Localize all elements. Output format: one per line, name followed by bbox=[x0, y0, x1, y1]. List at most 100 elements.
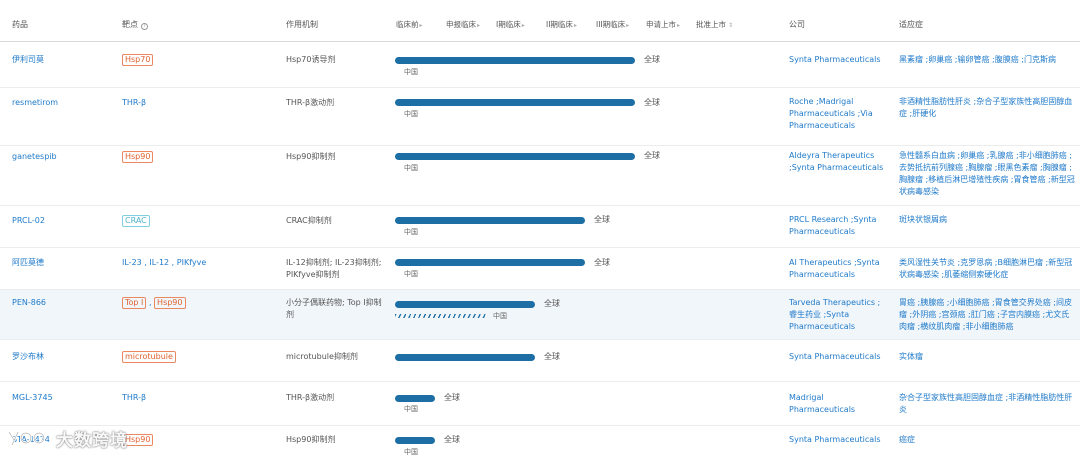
region-label: 全球 bbox=[444, 435, 460, 444]
drug-link[interactable]: PRCL-02 bbox=[12, 215, 45, 227]
target-cell: IL-23 , IL-12 , PIKfyve bbox=[122, 258, 207, 267]
company-link[interactable]: Aldeyra Therapeutics ;Synta Pharmaceutic… bbox=[789, 150, 885, 174]
mechanism-text: THR-β激动剂 bbox=[286, 393, 335, 402]
phase-header-label: 临床前 bbox=[396, 20, 419, 29]
region-label: 全球 bbox=[444, 393, 460, 402]
company-link[interactable]: PRCL Research ;Synta Pharmaceuticals bbox=[789, 214, 885, 238]
company-link[interactable]: Synta Pharmaceuticals bbox=[789, 54, 885, 66]
progress-bar-hatched bbox=[395, 314, 487, 318]
drug-link[interactable]: 罗沙布林 bbox=[12, 351, 44, 363]
target-cell: Hsp90 bbox=[122, 434, 154, 446]
drug-link[interactable]: PEN-866 bbox=[12, 297, 46, 309]
table-row: PEN-866 Top I , Hsp90 小分子偶联药物; Top I抑制剂 … bbox=[0, 290, 1080, 340]
indication-link[interactable]: 非酒精性脂肪性肝炎 ;杂合子型家族性高胆固醇血症 ;肝硬化 bbox=[899, 96, 1075, 120]
sub-region-label: 中国 bbox=[404, 228, 418, 236]
sub-region-label: 中国 bbox=[493, 312, 507, 320]
table-row: 伊利司莫 Hsp70 Hsp70诱导剂 全球 中国 Synta Pharmace… bbox=[0, 42, 1080, 88]
target-cell: Hsp90 bbox=[122, 151, 154, 163]
mechanism-text: Hsp70诱导剂 bbox=[286, 55, 336, 64]
target-tag[interactable]: Hsp70 bbox=[122, 54, 154, 66]
target-tag[interactable]: Hsp90 bbox=[122, 434, 154, 446]
column-header-company: 公司 bbox=[789, 20, 805, 29]
table-row: MGL-3745 THR-β THR-β激动剂 全球 中国 Madrigal P… bbox=[0, 382, 1080, 426]
indication-link[interactable]: 实体瘤 bbox=[899, 351, 1075, 363]
indication-link[interactable]: 急性髓系白血病 ;卵巢癌 ;乳腺癌 ;非小细胞肺癌 ;去势抵抗前列腺癌 ;胸腺瘤… bbox=[899, 150, 1075, 198]
drug-link[interactable]: MGL-3745 bbox=[12, 392, 53, 404]
drug-link[interactable]: resmetirom bbox=[12, 97, 58, 109]
phase-header-phase2: II期临床▸ bbox=[546, 19, 577, 30]
target-link[interactable]: THR-β bbox=[122, 97, 146, 109]
mechanism-text: microtubule抑制剂 bbox=[286, 352, 358, 361]
target-link[interactable]: THR-β bbox=[122, 392, 146, 404]
phase-header-approved[interactable]: 批准上市 ⇕ bbox=[696, 19, 733, 30]
indication-link[interactable]: 胃癌 ;胰腺癌 ;小细胞肺癌 ;胃食管交界处癌 ;间皮瘤 ;外阴癌 ;宫颈癌 ;… bbox=[899, 297, 1075, 333]
chevron-right-icon: ▸ bbox=[521, 22, 525, 29]
indication-link[interactable]: 黑素瘤 ;卵巢癌 ;输卵管癌 ;腹膜癌 ;门克斯病 bbox=[899, 54, 1075, 66]
phase-header-nda: 申请上市▸ bbox=[646, 19, 680, 30]
phase-header-label: 申请上市 bbox=[646, 20, 676, 29]
phase-header-label: II期临床 bbox=[546, 20, 573, 29]
phase-header-label: 申报临床 bbox=[446, 20, 476, 29]
target-cell: CRAC bbox=[122, 215, 150, 227]
drug-link[interactable]: 阿匹莫德 bbox=[12, 257, 44, 269]
column-header-target: 靶点? bbox=[122, 19, 148, 30]
chevron-right-icon: ▸ bbox=[419, 22, 423, 29]
table-row: ganetespib Hsp90 Hsp90抑制剂 全球 中国 Aldeyra … bbox=[0, 146, 1080, 206]
drug-link[interactable]: ganetespib bbox=[12, 151, 57, 163]
company-link[interactable]: Synta Pharmaceuticals bbox=[789, 351, 885, 363]
phase-header-label: III期临床 bbox=[596, 20, 626, 29]
target-link[interactable]: IL-23 bbox=[122, 258, 142, 267]
indication-link[interactable]: 类风湿性关节炎 ;克罗恩病 ;B细胞淋巴瘤 ;新型冠状病毒感染 ;肌萎缩侧索硬化… bbox=[899, 257, 1075, 281]
target-tag[interactable]: microtubule bbox=[122, 351, 176, 363]
region-label: 全球 bbox=[544, 352, 560, 361]
company-link[interactable]: Tarveda Therapeutics ;睿生药业 ;Synta Pharma… bbox=[789, 297, 885, 333]
progress-bar bbox=[395, 395, 435, 402]
column-header-target-label: 靶点 bbox=[122, 20, 138, 29]
phase-header-preclinical: 临床前▸ bbox=[396, 19, 423, 30]
target-tag[interactable]: Top I bbox=[122, 297, 147, 309]
progress-bar bbox=[395, 99, 635, 106]
table-header: 药品 靶点? 作用机制 临床前▸ 申报临床▸ I期临床▸ II期临床▸ III期… bbox=[0, 8, 1080, 42]
mechanism-text: 小分子偶联药物; Top I抑制剂 bbox=[286, 298, 382, 319]
indication-link[interactable]: 斑块状银屑病 bbox=[899, 214, 1075, 226]
table-row: 罗沙布林 microtubule microtubule抑制剂 全球 Synta… bbox=[0, 340, 1080, 382]
company-link[interactable]: Roche ;Madrigal Pharmaceuticals ;Via Pha… bbox=[789, 96, 885, 132]
company-link[interactable]: AI Therapeutics ;Synta Pharmaceuticals bbox=[789, 257, 885, 281]
mechanism-text: Hsp90抑制剂 bbox=[286, 435, 336, 444]
region-label: 全球 bbox=[594, 258, 610, 267]
drug-link[interactable]: STA-1474 bbox=[12, 434, 50, 446]
region-label: 全球 bbox=[644, 151, 660, 160]
progress-bar bbox=[395, 259, 585, 266]
phase-header-phase3: III期临床▸ bbox=[596, 19, 629, 30]
chevron-right-icon: ▸ bbox=[477, 22, 481, 29]
company-link[interactable]: Madrigal Pharmaceuticals bbox=[789, 392, 885, 416]
target-link[interactable]: IL-12 bbox=[149, 258, 169, 267]
chevron-right-icon: ▸ bbox=[573, 22, 577, 29]
target-tag[interactable]: CRAC bbox=[122, 215, 150, 227]
progress-bar bbox=[395, 217, 585, 224]
target-tag[interactable]: Hsp90 bbox=[122, 151, 154, 163]
region-label: 全球 bbox=[644, 98, 660, 107]
table-row: resmetirom THR-β THR-β激动剂 全球 中国 Roche ;M… bbox=[0, 88, 1080, 146]
phase-header-label: 批准上市 bbox=[696, 20, 726, 29]
column-header-mechanism: 作用机制 bbox=[286, 20, 318, 29]
indication-link[interactable]: 杂合子型家族性高胆固醇血症 ;非酒精性脂肪性肝炎 bbox=[899, 392, 1075, 416]
target-cell: microtubule bbox=[122, 351, 176, 363]
sort-icon[interactable]: ⇕ bbox=[728, 22, 733, 29]
target-cell: Top I , Hsp90 bbox=[122, 297, 186, 309]
region-label: 全球 bbox=[644, 55, 660, 64]
table-row: 阿匹莫德 IL-23 , IL-12 , PIKfyve IL-12抑制剂; I… bbox=[0, 248, 1080, 290]
sub-region-label: 中国 bbox=[404, 270, 418, 278]
phase-header-phase1: I期临床▸ bbox=[496, 19, 525, 30]
indication-link[interactable]: 癌症 bbox=[899, 434, 1075, 446]
sub-region-label: 中国 bbox=[404, 164, 418, 172]
drug-link[interactable]: 伊利司莫 bbox=[12, 54, 44, 66]
mechanism-text: IL-12抑制剂; IL-23抑制剂; PIKfyve抑制剂 bbox=[286, 258, 382, 279]
target-link[interactable]: PIKfyve bbox=[177, 258, 207, 267]
mechanism-text: THR-β激动剂 bbox=[286, 98, 335, 107]
company-link[interactable]: Synta Pharmaceuticals bbox=[789, 434, 885, 446]
region-label: 全球 bbox=[544, 299, 560, 308]
target-tag[interactable]: Hsp90 bbox=[154, 297, 186, 309]
target-cell: Hsp70 bbox=[122, 54, 154, 66]
info-icon[interactable]: ? bbox=[141, 23, 148, 30]
